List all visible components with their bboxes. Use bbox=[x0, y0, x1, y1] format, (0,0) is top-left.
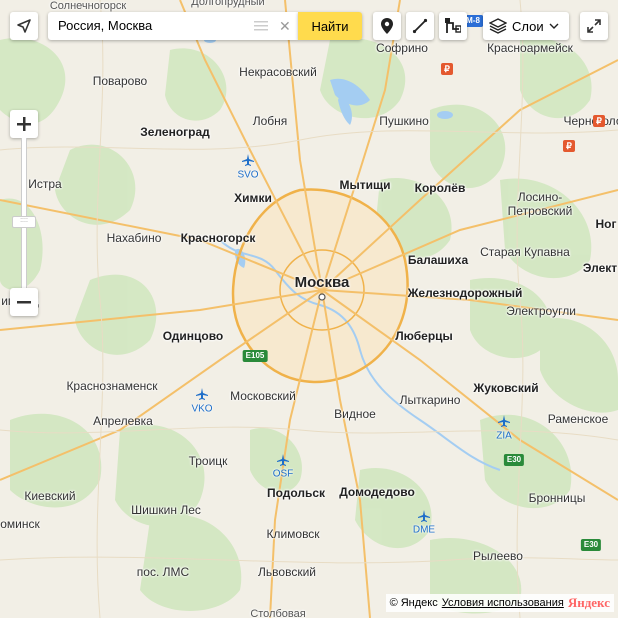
layers-icon bbox=[489, 18, 507, 34]
airport-icon[interactable] bbox=[498, 415, 510, 427]
place-label: Долгопрудный bbox=[191, 0, 265, 8]
route-icon bbox=[445, 18, 461, 33]
zoom-in-button[interactable] bbox=[10, 110, 38, 138]
place-label: Одинцово bbox=[162, 329, 224, 343]
geolocation-icon bbox=[17, 19, 31, 33]
highway-badge: E30 bbox=[503, 454, 525, 466]
railway-icon[interactable]: ₽ bbox=[441, 63, 453, 75]
place-label: Климовск bbox=[266, 527, 320, 541]
search-button[interactable]: Найти bbox=[298, 12, 362, 40]
place-label: Лосино- Петровский bbox=[507, 190, 573, 218]
airport-code: SVO bbox=[237, 169, 259, 181]
place-label: Истра bbox=[28, 177, 62, 191]
place-label: Московский bbox=[230, 389, 296, 403]
map-copyright: © Яндекс Условия использования Яндекс bbox=[385, 594, 614, 612]
place-label: Столбовая bbox=[250, 608, 306, 618]
place-label: Старая Купавна bbox=[480, 245, 570, 259]
place-label: Львовский bbox=[258, 565, 316, 579]
airport-code: OSF bbox=[272, 468, 294, 480]
zoom-slider-handle[interactable]: :::: bbox=[12, 216, 36, 228]
place-label: Подольск bbox=[266, 486, 326, 500]
place-label: Электроугли bbox=[506, 304, 576, 318]
ruler-icon bbox=[412, 18, 428, 34]
place-label: Железнодорожный bbox=[407, 286, 523, 300]
yandex-logo[interactable]: Яндекс bbox=[568, 595, 610, 611]
place-label: Нахабино bbox=[106, 231, 162, 245]
place-label: Домодедово bbox=[339, 485, 415, 499]
menu-icon[interactable] bbox=[254, 21, 268, 31]
fullscreen-button[interactable] bbox=[580, 12, 608, 40]
place-label: Раменское bbox=[547, 412, 609, 426]
place-label: Мытищи bbox=[339, 178, 391, 192]
place-label: Черноголо bbox=[563, 114, 618, 128]
place-label: Красногорск bbox=[180, 231, 256, 245]
map-canvas[interactable]: Солнечногорск Долгопрудный Софрино Красн… bbox=[0, 0, 618, 618]
place-label: Королёв bbox=[414, 181, 466, 195]
chevron-down-icon bbox=[549, 23, 559, 29]
place-label: Пушкино bbox=[379, 114, 429, 128]
airport-icon[interactable] bbox=[277, 454, 289, 466]
place-label: Ног bbox=[595, 217, 617, 231]
zoom-out-button[interactable] bbox=[10, 288, 38, 316]
place-label: Видное bbox=[334, 407, 376, 421]
plus-icon bbox=[17, 117, 31, 131]
airport-icon[interactable] bbox=[418, 510, 430, 522]
place-label: Шишкин Лес bbox=[131, 503, 201, 517]
airport-icon[interactable] bbox=[242, 154, 254, 166]
place-label: Лыткарино bbox=[399, 393, 461, 407]
airport-icon[interactable] bbox=[196, 388, 208, 400]
place-label: Люберцы bbox=[395, 329, 453, 343]
search-box[interactable]: ✕ bbox=[48, 12, 298, 40]
place-label: Софрино bbox=[376, 41, 428, 55]
railway-icon[interactable]: ₽ bbox=[563, 140, 575, 152]
pin-icon bbox=[381, 18, 393, 34]
place-label: Киевский bbox=[24, 489, 76, 503]
fullscreen-icon bbox=[587, 19, 601, 33]
highway-badge: E30 bbox=[580, 539, 602, 551]
city-center-marker bbox=[318, 293, 326, 301]
place-label: пос. ЛМС bbox=[136, 565, 190, 579]
place-label: Поварово bbox=[92, 74, 148, 88]
place-label: Балашиха bbox=[407, 253, 469, 267]
airport-code: ZIA bbox=[496, 430, 512, 442]
airport-code: VKO bbox=[191, 403, 213, 415]
highway-badge: E105 bbox=[242, 350, 268, 362]
geolocation-button[interactable] bbox=[10, 12, 38, 40]
place-label: Жуковский bbox=[473, 381, 539, 395]
place-label: Лобня bbox=[252, 114, 288, 128]
airport-code: DME bbox=[412, 524, 436, 536]
place-label: Бронницы bbox=[528, 491, 586, 505]
layers-label: Слои bbox=[512, 18, 544, 34]
close-icon[interactable]: ✕ bbox=[279, 19, 291, 33]
place-label: Рылеево bbox=[473, 549, 523, 563]
place-label: Краснознаменск bbox=[66, 379, 158, 393]
ruler-tool-button[interactable] bbox=[406, 12, 434, 40]
place-label: Красноармейск bbox=[487, 41, 573, 55]
railway-icon[interactable]: ₽ bbox=[593, 115, 605, 127]
minus-icon bbox=[17, 301, 31, 304]
place-label: Апрелевка bbox=[93, 414, 153, 428]
place-label: оминск bbox=[0, 517, 40, 531]
zoom-slider-track[interactable] bbox=[21, 138, 27, 288]
copyright-text: © Яндекс bbox=[389, 597, 438, 609]
place-label: Элект bbox=[582, 261, 618, 275]
terms-link[interactable]: Условия использования bbox=[442, 597, 564, 609]
place-label: Некрасовский bbox=[239, 65, 317, 79]
layers-button[interactable]: Слои bbox=[483, 12, 569, 40]
pin-tool-button[interactable] bbox=[373, 12, 401, 40]
search-input[interactable] bbox=[58, 18, 243, 33]
place-label: Зеленоград bbox=[140, 125, 210, 139]
place-label: Химки bbox=[234, 191, 272, 205]
place-label: Троицк bbox=[188, 454, 228, 468]
capital-label: Москва bbox=[294, 274, 350, 291]
route-tool-button[interactable] bbox=[439, 12, 467, 40]
